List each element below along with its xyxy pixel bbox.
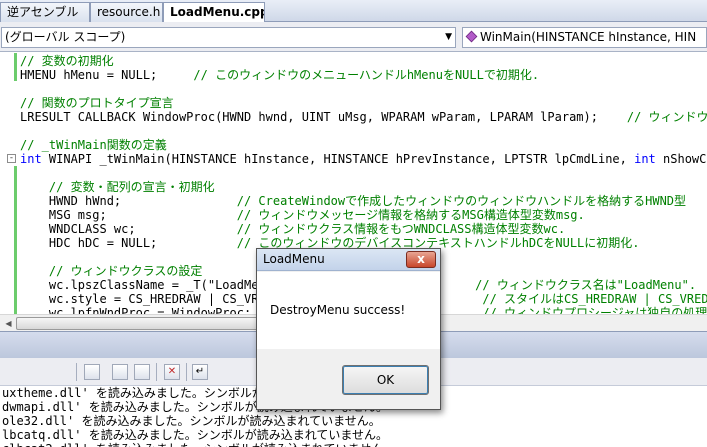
output-line: ole32.dll' を読み込みました。シンボルが読み込まれていません。 xyxy=(2,414,381,428)
change-bar xyxy=(14,53,17,81)
document-tab-strip: 逆アセンブル resource.h LoadMenu.cpp xyxy=(0,0,707,23)
toolbar-separator xyxy=(156,363,157,381)
previous-message-icon[interactable] xyxy=(112,364,128,380)
code-token: MSG msg; xyxy=(20,208,237,222)
navigation-bar: (グローバル スコープ) ▼ WinMain(HINSTANCE hInstan… xyxy=(0,22,707,52)
chevron-down-icon: ▼ xyxy=(445,32,452,42)
message-box-dialog: LoadMenu x DestroyMenu success! OK xyxy=(256,248,441,410)
fold-collapse-icon[interactable]: - xyxy=(7,154,16,163)
code-line: // 変数の初期化 xyxy=(20,54,707,68)
output-line: lbcatq.dll' を読み込みました。シンボルが読み込まれていません。 xyxy=(2,428,388,442)
code-comment: // ウィンドウクラス名は"LoadMenu". xyxy=(475,278,697,292)
function-icon xyxy=(465,30,478,43)
dialog-title: LoadMenu xyxy=(263,252,325,266)
code-comment: // 変数の初期化 xyxy=(20,54,114,68)
code-keyword: int xyxy=(20,152,42,166)
code-token: HDC hDC = NULL; xyxy=(20,236,237,250)
code-comment: // スタイルはCS_HREDRAW | CS_VREDRAW. xyxy=(482,292,707,306)
code-token: nShowCmd){ xyxy=(663,152,707,166)
code-keyword: int xyxy=(634,152,656,166)
dialog-titlebar[interactable]: LoadMenu x xyxy=(257,249,440,271)
tab-loadmenu-cpp[interactable]: LoadMenu.cpp xyxy=(163,2,265,23)
code-line: MSG msg; // ウィンドウメッセージ情報を格納するMSG構造体型変数ms… xyxy=(20,208,707,222)
dialog-message-area: DestroyMenu success! xyxy=(257,272,440,349)
code-comment: // _tWinMain関数の定義 xyxy=(20,138,167,152)
code-comment: // ウィンドウメッセージ情報を格納するMSG構造体型変数msg. xyxy=(236,208,585,222)
tab-resource-h[interactable]: resource.h xyxy=(90,2,163,22)
code-comment: // ウィンドウメ xyxy=(626,110,707,124)
function-dropdown[interactable]: WinMain(HINSTANCE hInstance, HIN xyxy=(462,27,707,48)
code-line: // 関数のプロトタイプ宣言 xyxy=(20,96,707,110)
code-token: WINAPI _tWinMain(HINSTANCE hInstance, HI… xyxy=(41,152,635,166)
code-comment: // 変数・配列の宣言・初期化 xyxy=(20,180,215,194)
code-comment: // 関数のプロトタイプ宣言 xyxy=(20,96,174,110)
toolbar-separator xyxy=(76,363,77,381)
scope-dropdown[interactable]: (グローバル スコープ) ▼ xyxy=(1,27,456,48)
code-line: LRESULT CALLBACK WindowProc(HWND hwnd, U… xyxy=(20,110,707,124)
toolbar-separator xyxy=(186,363,187,381)
code-line: // 変数・配列の宣言・初期化 xyxy=(20,180,707,194)
code-line: HWND hWnd; // CreateWindowで作成したウィンドウのウィン… xyxy=(20,194,707,208)
output-line: clbcat2.dll' を読み込みました。シンボルが読み込まれていません。 xyxy=(2,442,707,447)
code-line: // _tWinMain関数の定義 xyxy=(20,138,707,152)
go-to-line-icon[interactable] xyxy=(84,364,100,380)
change-bar xyxy=(14,166,17,314)
dialog-close-button[interactable]: x xyxy=(406,251,436,268)
function-dropdown-value: WinMain(HINSTANCE hInstance, HIN xyxy=(480,30,697,44)
code-comment: // ウィンドウクラスの設定 xyxy=(20,264,203,278)
code-token: WNDCLASS wc; xyxy=(20,222,237,236)
editor-margin: - xyxy=(0,53,17,314)
scope-dropdown-value: (グローバル スコープ) xyxy=(5,30,126,44)
next-message-icon[interactable] xyxy=(134,364,150,380)
dialog-message: DestroyMenu success! xyxy=(270,303,406,317)
code-line: HMENU hMenu = NULL; // このウィンドウのメニューハンドルh… xyxy=(20,68,707,82)
ok-button[interactable]: OK xyxy=(342,365,429,395)
scrollbar-thumb[interactable] xyxy=(16,317,266,330)
tab-disassembly[interactable]: 逆アセンブル xyxy=(0,2,90,22)
code-token: LRESULT CALLBACK WindowProc(HWND hwnd, U… xyxy=(20,110,627,124)
word-wrap-icon[interactable]: ↵ xyxy=(192,364,208,380)
code-token: HMENU hMenu = NULL; xyxy=(20,68,194,82)
code-comment: // このウィンドウのメニューハンドルhMenuをNULLで初期化. xyxy=(193,68,540,82)
code-comment: // CreateWindowで作成したウィンドウのウィンドウハンドルを格納する… xyxy=(236,194,687,208)
code-line: int WINAPI _tWinMain(HINSTANCE hInstance… xyxy=(20,152,707,166)
clear-all-icon[interactable]: ✕ xyxy=(164,364,180,380)
scroll-left-icon[interactable]: ◀ xyxy=(1,316,16,331)
code-comment: // ウィンドウプロシージャは独自の処理を xyxy=(482,306,707,314)
code-line: WNDCLASS wc; // ウィンドウクラス情報をもつWNDCLASS構造体… xyxy=(20,222,707,236)
code-token: HWND hWnd; xyxy=(20,194,237,208)
code-comment: // ウィンドウクラス情報をもつWNDCLASS構造体型変数wc. xyxy=(236,222,566,236)
